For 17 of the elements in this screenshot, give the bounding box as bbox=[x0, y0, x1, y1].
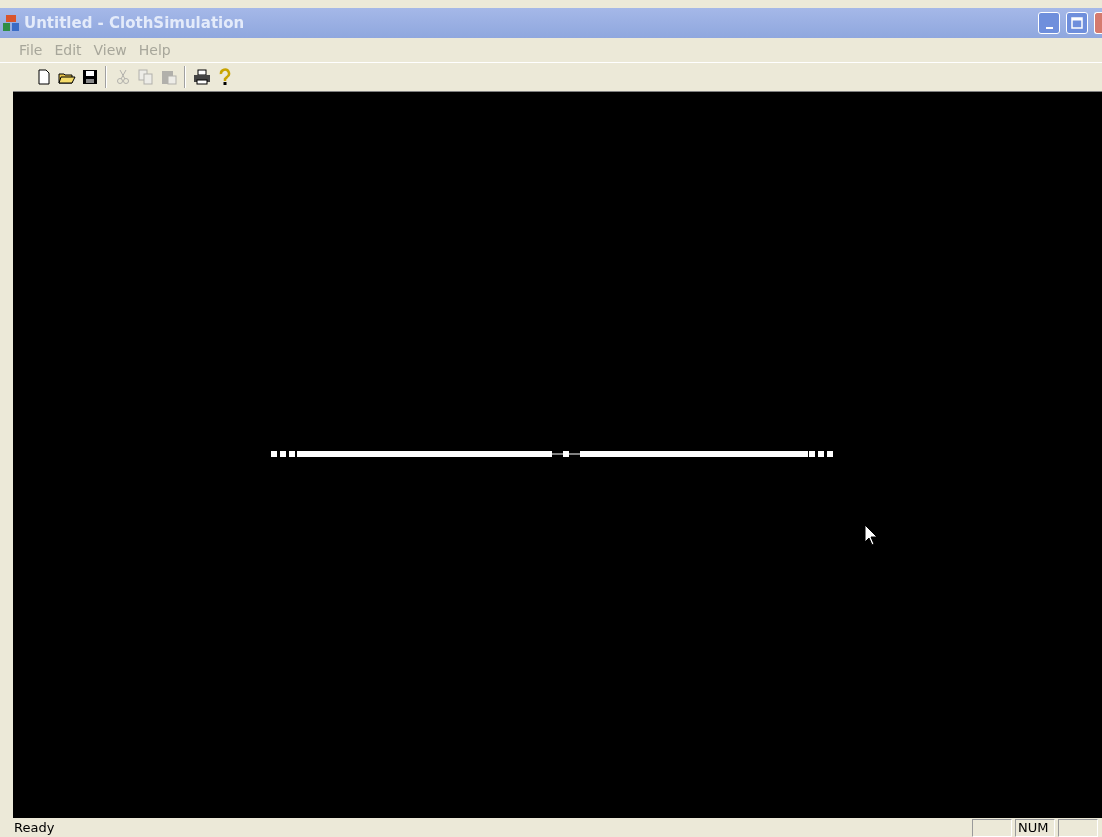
menu-item[interactable]: Edit bbox=[49, 42, 87, 58]
maximize-icon bbox=[1071, 17, 1083, 29]
minimize-icon bbox=[1045, 27, 1053, 29]
printer-button[interactable] bbox=[191, 66, 212, 88]
status-text: Ready bbox=[13, 820, 55, 835]
window-title: Untitled - ClothSimulation bbox=[24, 14, 245, 32]
status-panel bbox=[972, 818, 1012, 837]
cursor-icon bbox=[864, 524, 878, 546]
clipboard-icon bbox=[159, 68, 178, 86]
status-indicator: NUM bbox=[1015, 818, 1055, 837]
menu-item[interactable]: Help bbox=[133, 42, 176, 58]
printer-icon bbox=[192, 68, 211, 86]
app-icon bbox=[2, 14, 20, 32]
status-panel bbox=[1058, 818, 1098, 837]
menu-item[interactable]: File bbox=[14, 42, 48, 58]
menu-item[interactable]: View bbox=[88, 42, 132, 58]
copy-icon bbox=[136, 68, 155, 86]
